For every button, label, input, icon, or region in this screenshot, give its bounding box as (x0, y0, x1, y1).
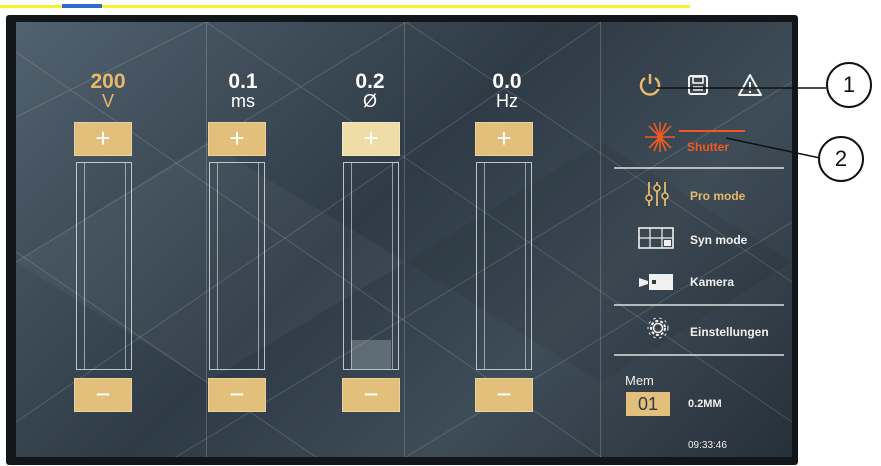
callout-lines (656, 87, 826, 159)
callout-1: 1 (826, 62, 872, 108)
callout-2: 2 (818, 136, 864, 182)
